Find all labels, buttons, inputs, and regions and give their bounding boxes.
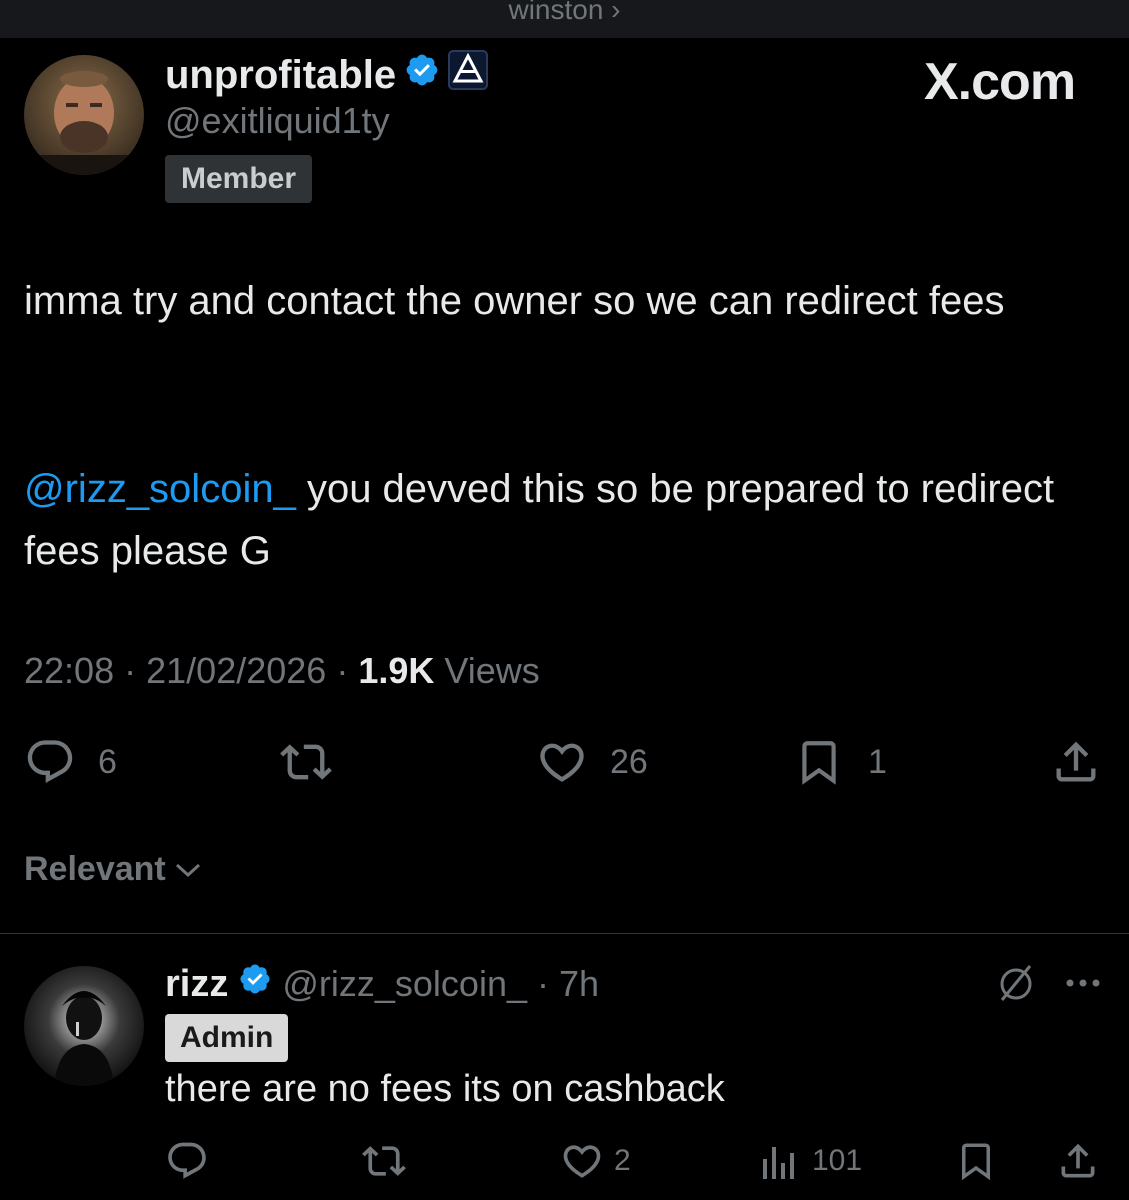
grok-icon <box>996 962 1036 1004</box>
reply-like-count: 2 <box>614 1144 631 1177</box>
reply-text: there are no fees its on cashback <box>165 1068 725 1110</box>
bookmark-icon <box>794 736 844 788</box>
reply-bookmark-button[interactable] <box>955 1139 997 1183</box>
views-label: Views <box>444 650 540 691</box>
meta-separator: · <box>124 650 137 691</box>
repost-icon <box>360 1139 408 1183</box>
repost-button[interactable] <box>278 736 334 788</box>
reply-views-button[interactable]: 101 <box>760 1139 862 1183</box>
post-date[interactable]: 21/02/2026 <box>146 650 326 691</box>
reply-icon <box>24 736 76 788</box>
verified-icon <box>238 962 272 1006</box>
chevron-down-icon <box>174 850 202 889</box>
post-time[interactable]: 22:08 <box>24 650 114 691</box>
like-button[interactable]: 26 <box>536 736 648 788</box>
reply-display-name[interactable]: rizz <box>165 963 228 1006</box>
display-name-text[interactable]: unprofitable <box>165 53 396 98</box>
reply-reply-button[interactable] <box>165 1139 209 1183</box>
mention-link[interactable]: @rizz_solcoin_ <box>24 467 296 511</box>
heart-icon <box>560 1139 604 1183</box>
avatar[interactable] <box>24 55 144 175</box>
divider <box>0 933 1129 934</box>
admin-badge: Admin <box>165 1014 289 1062</box>
reply-button[interactable]: 6 <box>24 736 117 788</box>
share-icon <box>1056 1139 1100 1183</box>
sort-dropdown[interactable]: Relevant <box>24 850 202 889</box>
brand-watermark: X.com <box>924 53 1076 111</box>
member-badge: Member <box>165 155 313 203</box>
reply-icon <box>165 1139 209 1183</box>
top-bar: winston › <box>0 0 1129 38</box>
community-icon <box>448 50 489 100</box>
share-icon <box>1050 736 1102 788</box>
bookmark-icon <box>955 1139 997 1183</box>
reply-view-count: 101 <box>812 1144 863 1177</box>
post-text-2: @rizz_solcoin_ you devved this so be pre… <box>24 458 1104 582</box>
reply-share-button[interactable] <box>1056 1139 1100 1183</box>
bookmark-count: 1 <box>868 742 887 781</box>
breadcrumb[interactable]: winston › <box>0 0 1129 26</box>
more-button[interactable] <box>1064 968 1102 998</box>
like-count: 26 <box>610 742 648 781</box>
post-text-1: imma try and contact the owner so we can… <box>24 279 1005 323</box>
analytics-icon <box>760 1139 798 1183</box>
verified-icon <box>404 52 440 98</box>
bookmark-button[interactable]: 1 <box>794 736 887 788</box>
heart-icon <box>536 736 588 788</box>
post-meta: 22:08 · 21/02/2026 · 1.9K Views <box>24 650 540 692</box>
repost-icon <box>278 736 334 788</box>
display-name[interactable]: unprofitable <box>165 50 489 100</box>
reply-header: rizz @rizz_solcoin_ · 7h <box>165 962 599 1006</box>
more-icon <box>1064 968 1102 998</box>
meta-separator: · <box>336 650 349 691</box>
views-count[interactable]: 1.9K <box>358 650 434 691</box>
reply-avatar[interactable] <box>24 966 144 1086</box>
handle[interactable]: @exitliquid1ty <box>165 100 390 142</box>
reply-handle[interactable]: @rizz_solcoin_ <box>282 963 527 1005</box>
reply-count: 6 <box>98 742 117 781</box>
reply-like-button[interactable]: 2 <box>560 1139 631 1183</box>
grok-button[interactable] <box>996 962 1036 1004</box>
sort-label: Relevant <box>24 850 166 888</box>
reply-repost-button[interactable] <box>360 1139 408 1183</box>
reply-age[interactable]: · 7h <box>537 963 599 1005</box>
share-button[interactable] <box>1050 736 1102 788</box>
